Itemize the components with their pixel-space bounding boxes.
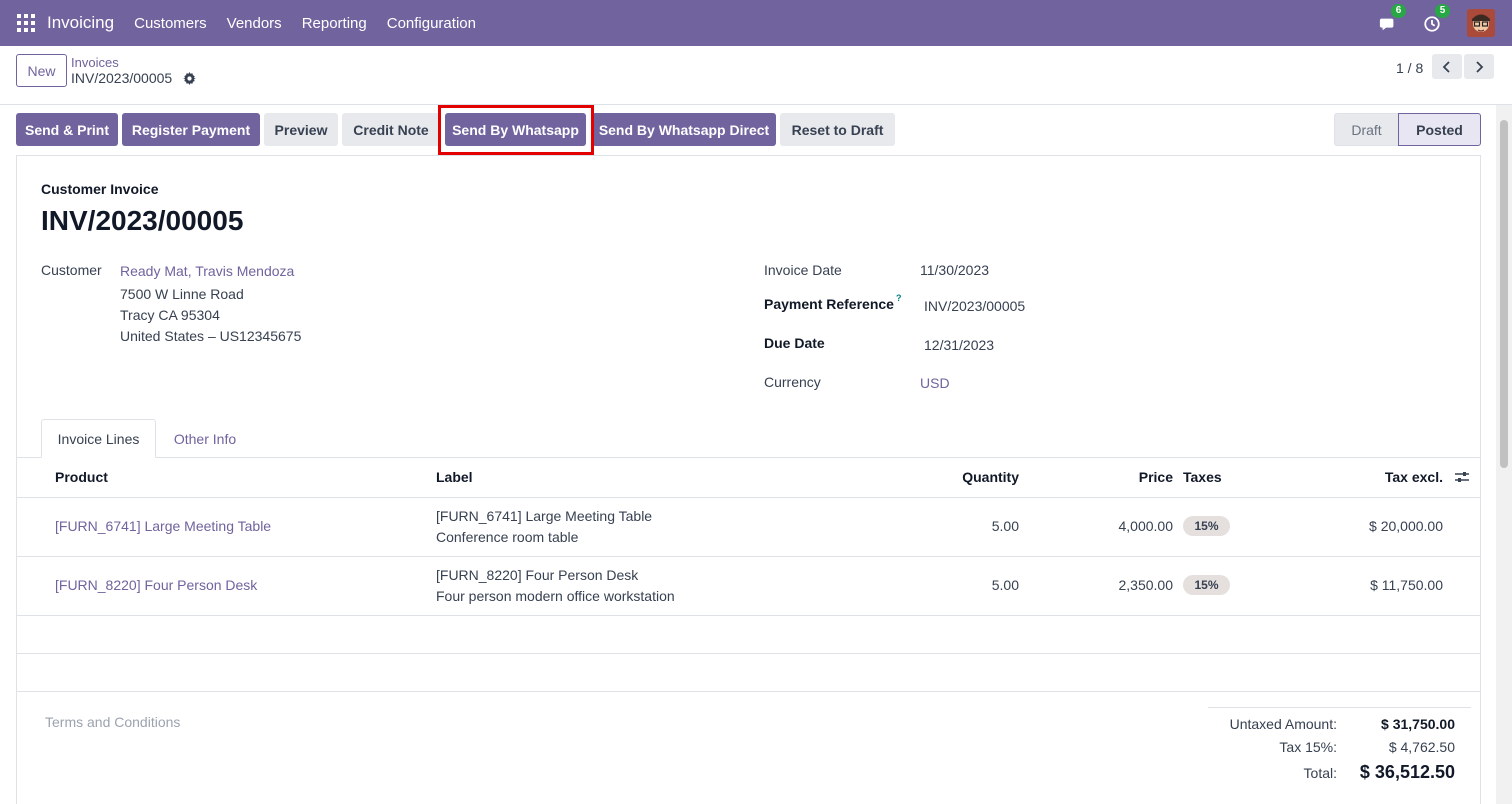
pager-value[interactable]: 1 / 8 <box>1396 60 1423 76</box>
user-avatar[interactable] <box>1467 9 1495 37</box>
chevron-left-icon <box>1442 60 1450 73</box>
empty-row[interactable] <box>17 616 1480 653</box>
column-header-price[interactable]: Price <box>1073 469 1173 485</box>
optional-columns-icon[interactable] <box>1455 471 1469 483</box>
row-quantity: 5.00 <box>991 518 1019 534</box>
payment-reference-label: Payment Reference? <box>764 293 902 312</box>
breadcrumb-invoices[interactable]: Invoices <box>71 55 119 70</box>
row-divider <box>17 691 1480 692</box>
untaxed-amount-value: $ 31,750.00 <box>1381 716 1455 732</box>
row-subtotal: $ 20,000.00 <box>1369 518 1443 534</box>
credit-note-button[interactable]: Credit Note <box>342 113 440 146</box>
menu-configuration[interactable]: Configuration <box>387 15 476 32</box>
send-by-whatsapp-direct-button[interactable]: Send By Whatsapp Direct <box>592 113 776 146</box>
totals-divider <box>1208 707 1471 708</box>
messages-icon[interactable]: 6 <box>1379 4 1406 33</box>
column-header-tax-excl[interactable]: Tax excl. <box>1343 469 1443 485</box>
chevron-right-icon <box>1476 60 1484 73</box>
invoice-date-label: Invoice Date <box>764 262 842 278</box>
top-navbar: Invoicing Customers Vendors Reporting Co… <box>0 0 1512 46</box>
status-draft[interactable]: Draft <box>1334 113 1398 146</box>
tax-label: Tax 15%: <box>1279 739 1337 755</box>
tax-badge: 15% <box>1183 575 1230 595</box>
due-date-value[interactable]: 12/31/2023 <box>924 337 994 353</box>
pager-next-button[interactable] <box>1464 54 1494 79</box>
send-print-button[interactable]: Send & Print <box>16 113 118 146</box>
row-label-line-2: Conference room table <box>436 529 579 545</box>
customer-link[interactable]: Ready Mat, Travis Mendoza <box>120 263 294 279</box>
status-bar: Draft Posted <box>1334 113 1481 146</box>
currency-label: Currency <box>764 374 821 390</box>
total-value: $ 36,512.50 <box>1359 762 1455 782</box>
menu-reporting[interactable]: Reporting <box>302 15 367 32</box>
row-product-link[interactable]: [FURN_8220] Four Person Desk <box>55 577 257 593</box>
column-header-taxes[interactable]: Taxes <box>1183 469 1222 485</box>
reset-to-draft-button[interactable]: Reset to Draft <box>780 113 895 146</box>
breadcrumb-current: INV/2023/00005 <box>71 70 173 86</box>
tax-badge: 15% <box>1183 516 1230 536</box>
new-button[interactable]: New <box>16 54 67 87</box>
send-by-whatsapp-button[interactable]: Send By Whatsapp <box>445 113 586 146</box>
invoice-title: INV/2023/00005 <box>41 205 244 236</box>
row-label-line-1: [FURN_6741] Large Meeting Table <box>436 508 653 524</box>
row-product-link[interactable]: [FURN_6741] Large Meeting Table <box>55 518 271 534</box>
row-price: 2,350.00 <box>1118 577 1174 593</box>
tab-other-info[interactable]: Other Info <box>160 419 250 458</box>
messages-count-badge: 6 <box>1391 4 1406 18</box>
activities-count-badge: 5 <box>1435 4 1450 18</box>
preview-button[interactable]: Preview <box>264 113 338 146</box>
row-label-line-2: Four person modern office workstation <box>436 588 675 604</box>
column-header-label[interactable]: Label <box>436 469 473 485</box>
control-panel: New Invoices INV/2023/00005 1 / 8 <box>0 46 1512 105</box>
tax-value: $ 4,762.50 <box>1388 739 1455 755</box>
tab-invoice-lines[interactable]: Invoice Lines <box>41 419 156 458</box>
column-header-quantity[interactable]: Quantity <box>919 469 1019 485</box>
row-divider <box>17 653 1480 654</box>
row-label-line-1: [FURN_8220] Four Person Desk <box>436 567 639 583</box>
address-line-2: Tracy CA 95304 <box>120 307 220 323</box>
app-brand[interactable]: Invoicing <box>47 13 114 33</box>
address-line-1: 7500 W Linne Road <box>120 286 244 302</box>
row-quantity: 5.00 <box>991 577 1019 593</box>
help-tooltip-icon[interactable]: ? <box>896 293 902 303</box>
due-date-label: Due Date <box>764 335 825 351</box>
row-subtotal: $ 11,750.00 <box>1370 577 1443 593</box>
pager-previous-button[interactable] <box>1432 54 1462 79</box>
menu-vendors[interactable]: Vendors <box>227 15 282 32</box>
menu-customers[interactable]: Customers <box>134 15 207 32</box>
gear-icon[interactable] <box>183 72 196 85</box>
invoice-date-value[interactable]: 11/30/2023 <box>920 262 989 278</box>
invoice-type-label: Customer Invoice <box>41 181 159 197</box>
row-price: 4,000.00 <box>1118 518 1174 534</box>
untaxed-amount-label: Untaxed Amount: <box>1229 716 1337 732</box>
register-payment-button[interactable]: Register Payment <box>122 113 260 146</box>
status-posted[interactable]: Posted <box>1398 113 1481 146</box>
systray: 6 5 <box>1379 0 1512 46</box>
terms-and-conditions-field[interactable]: Terms and Conditions <box>45 714 180 730</box>
currency-link[interactable]: USD <box>920 375 950 391</box>
payment-reference-value[interactable]: INV/2023/00005 <box>924 298 1025 314</box>
action-bar: Send & Print Register Payment Preview Cr… <box>0 105 1496 155</box>
payment-reference-label-text: Payment Reference <box>764 296 894 312</box>
address-line-3: United States – US12345675 <box>120 328 302 344</box>
column-header-product[interactable]: Product <box>55 469 108 485</box>
scrollbar-thumb[interactable] <box>1500 120 1508 468</box>
tab-divider <box>17 457 1480 458</box>
activities-clock-icon[interactable]: 5 <box>1423 4 1450 33</box>
customer-label: Customer <box>41 262 102 278</box>
apps-menu-icon[interactable] <box>17 14 35 32</box>
